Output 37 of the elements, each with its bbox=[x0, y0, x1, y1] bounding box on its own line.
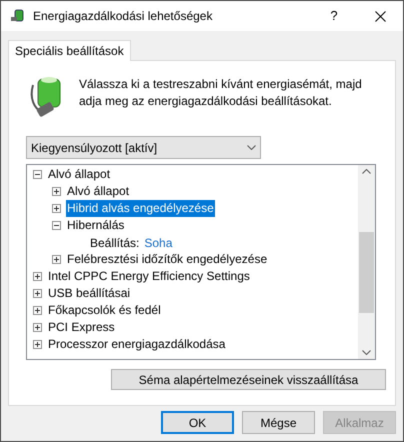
tree-item[interactable]: Intel CPPC Energy Efficiency Settings bbox=[47, 268, 251, 285]
expand-icon[interactable] bbox=[33, 272, 42, 281]
expand-icon[interactable] bbox=[33, 323, 42, 332]
scroll-up-icon[interactable] bbox=[362, 169, 371, 174]
expand-icon[interactable] bbox=[52, 255, 61, 264]
expand-icon[interactable] bbox=[52, 204, 61, 213]
tree-item[interactable]: Felébresztési időzítők engedélyezése bbox=[66, 251, 268, 268]
tree-item[interactable]: USB beállításai bbox=[47, 285, 132, 302]
tree-item[interactable]: Hibrid alvás engedélyezése bbox=[66, 200, 215, 217]
tree-item[interactable]: Főkapcsolók és fedél bbox=[47, 302, 162, 319]
tree-item[interactable]: Hibernálás bbox=[66, 217, 126, 234]
window-title: Energiagazdálkodási lehetőségek bbox=[33, 8, 214, 25]
expand-icon[interactable] bbox=[33, 306, 42, 315]
reset-defaults-button[interactable]: Séma alapértelmezéseinek visszaállítása bbox=[111, 369, 386, 390]
scroll-thumb[interactable] bbox=[359, 232, 374, 313]
tree-item[interactable]: PCI Express bbox=[47, 319, 116, 336]
collapse-icon[interactable] bbox=[52, 221, 61, 230]
scroll-down-icon[interactable] bbox=[362, 350, 371, 355]
collapse-icon[interactable] bbox=[33, 170, 42, 179]
expand-icon[interactable] bbox=[52, 187, 61, 196]
expand-icon[interactable] bbox=[33, 340, 42, 349]
setting-label: Beállítás: bbox=[90, 234, 140, 252]
tree-item[interactable]: Processzor energiagazdálkodása bbox=[47, 336, 226, 353]
help-button[interactable]: ? bbox=[311, 1, 357, 31]
close-icon bbox=[374, 10, 386, 22]
expand-icon[interactable] bbox=[33, 289, 42, 298]
dialog-button[interactable]: OK bbox=[161, 411, 234, 434]
plan-dropdown[interactable]: Kiegyensúlyozott [aktív] bbox=[26, 136, 261, 159]
battery-plug-icon bbox=[10, 8, 26, 24]
scrollbar[interactable] bbox=[358, 165, 375, 359]
tree-item[interactable]: Alvó állapot bbox=[47, 166, 112, 183]
chevron-down-icon bbox=[247, 145, 256, 150]
description-text: Válassza ki a testreszabni kívánt energiasémát, majd adja meg az energiagazdálkodási beállításokat. bbox=[79, 76, 363, 110]
tab[interactable]: Speciális beállítások bbox=[8, 40, 131, 61]
dialog-button[interactable]: Mégse bbox=[242, 411, 315, 434]
tree-item[interactable]: Alvó állapot bbox=[66, 183, 130, 200]
setting-value-link[interactable]: Soha bbox=[144, 234, 172, 252]
